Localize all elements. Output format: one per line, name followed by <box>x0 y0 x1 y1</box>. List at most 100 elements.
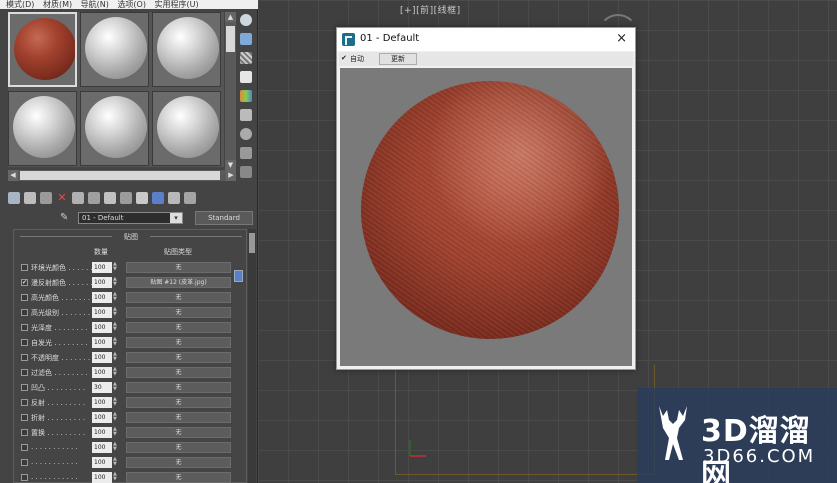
material-name-field[interactable]: 01 - Default ▾ <box>78 212 183 224</box>
map-amount-input[interactable]: 100 <box>92 352 112 363</box>
scrollbar-thumb[interactable] <box>226 26 235 52</box>
rollout-scrollbar[interactable] <box>248 229 256 483</box>
menu-utilities[interactable]: 实用程序(U) <box>155 0 199 9</box>
sample-type-icon[interactable] <box>240 14 252 26</box>
map-amount-input[interactable]: 100 <box>92 397 112 408</box>
menu-navigation[interactable]: 导航(N) <box>81 0 109 9</box>
scroll-up-icon[interactable]: ▲ <box>225 12 236 22</box>
map-slot-button[interactable]: 无 <box>126 427 231 438</box>
map-enable-checkbox[interactable] <box>21 414 28 421</box>
go-to-parent-icon[interactable] <box>168 192 180 204</box>
amount-spinner-icon[interactable]: ▲ ▼ <box>113 457 118 468</box>
backlight-icon[interactable] <box>240 33 252 45</box>
map-amount-input[interactable]: 100 <box>92 292 112 303</box>
show-in-viewport-icon[interactable] <box>136 192 148 204</box>
update-button[interactable]: 更新 <box>379 53 417 65</box>
map-slot-button[interactable]: 无 <box>126 352 231 363</box>
sample-slot-5[interactable] <box>80 91 149 166</box>
map-slot-button[interactable]: 无 <box>126 262 231 273</box>
select-by-material-icon[interactable] <box>240 147 252 159</box>
map-slot-button[interactable]: 无 <box>126 322 231 333</box>
show-end-result-icon[interactable] <box>152 192 164 204</box>
amount-spinner-icon[interactable]: ▲ ▼ <box>113 382 118 393</box>
map-slot-button[interactable]: 无 <box>126 412 231 423</box>
map-slot-button[interactable]: 无 <box>126 367 231 378</box>
amount-spinner-icon[interactable]: ▲ ▼ <box>113 277 118 288</box>
map-amount-input[interactable]: 100 <box>92 457 112 468</box>
map-enable-checkbox[interactable] <box>21 429 28 436</box>
material-id-icon[interactable] <box>120 192 132 204</box>
slots-horizontal-scrollbar[interactable]: ◀ ▶ <box>8 170 236 181</box>
amount-spinner-icon[interactable]: ▲ ▼ <box>113 397 118 408</box>
put-to-library-icon[interactable] <box>104 192 116 204</box>
eyedropper-icon[interactable]: ✎ <box>60 212 72 224</box>
sample-slot-6[interactable] <box>152 91 221 166</box>
options-icon[interactable] <box>240 128 252 140</box>
close-icon[interactable]: × <box>616 31 627 46</box>
map-amount-input[interactable]: 100 <box>92 337 112 348</box>
map-slot-button[interactable]: 无 <box>126 337 231 348</box>
amount-spinner-icon[interactable]: ▲ ▼ <box>113 412 118 423</box>
map-slot-button[interactable]: 无 <box>126 442 231 453</box>
go-forward-sibling-icon[interactable] <box>184 192 196 204</box>
menu-mode[interactable]: 模式(D) <box>6 0 34 9</box>
scroll-right-icon[interactable]: ▶ <box>226 170 236 181</box>
amount-spinner-icon[interactable]: ▲ ▼ <box>113 322 118 333</box>
map-amount-input[interactable]: 30 <box>92 382 112 393</box>
amount-spinner-icon[interactable]: ▲ ▼ <box>113 367 118 378</box>
viewport-label[interactable]: [+][前][线框] <box>400 3 461 16</box>
map-enable-checkbox[interactable] <box>21 294 28 301</box>
chevron-down-icon[interactable]: ▾ <box>170 213 182 223</box>
menu-material[interactable]: 材质(M) <box>43 0 72 9</box>
slots-vertical-scrollbar[interactable]: ▲ ▼ <box>225 12 236 170</box>
scrollbar-thumb[interactable] <box>20 171 220 180</box>
map-slot-button[interactable]: 无 <box>126 397 231 408</box>
map-slot-button[interactable]: 无 <box>126 307 231 318</box>
amount-spinner-icon[interactable]: ▲ ▼ <box>113 307 118 318</box>
map-enable-checkbox[interactable] <box>21 309 28 316</box>
rollout-side-tab[interactable] <box>234 270 243 282</box>
scroll-down-icon[interactable]: ▼ <box>225 160 236 170</box>
map-amount-input[interactable]: 100 <box>92 367 112 378</box>
map-enable-checkbox[interactable] <box>21 444 28 451</box>
map-enable-checkbox[interactable]: ✔ <box>21 279 28 286</box>
map-amount-input[interactable]: 100 <box>92 322 112 333</box>
map-amount-input[interactable]: 100 <box>92 472 112 483</box>
map-amount-input[interactable]: 100 <box>92 412 112 423</box>
auto-checkbox[interactable]: ✔ <box>341 55 348 62</box>
map-slot-button[interactable]: 贴图 #12 (皮革.jpg) <box>126 277 231 288</box>
map-enable-checkbox[interactable] <box>21 324 28 331</box>
map-enable-checkbox[interactable] <box>21 339 28 346</box>
map-amount-input[interactable]: 100 <box>92 427 112 438</box>
sample-slot-1[interactable] <box>8 12 77 87</box>
preview-titlebar[interactable]: 01 - Default × <box>337 28 635 51</box>
amount-spinner-icon[interactable]: ▲ ▼ <box>113 337 118 348</box>
menu-options[interactable]: 选项(O) <box>117 0 146 9</box>
get-material-icon[interactable] <box>8 192 20 204</box>
sample-slot-2[interactable] <box>80 12 149 87</box>
amount-spinner-icon[interactable]: ▲ ▼ <box>113 292 118 303</box>
scroll-left-icon[interactable]: ◀ <box>8 170 18 181</box>
amount-spinner-icon[interactable]: ▲ ▼ <box>113 472 118 483</box>
amount-spinner-icon[interactable]: ▲ ▼ <box>113 427 118 438</box>
map-enable-checkbox[interactable] <box>21 354 28 361</box>
assign-to-selection-icon[interactable] <box>40 192 52 204</box>
maps-rollout-title[interactable]: 贴图 <box>14 232 248 242</box>
material-type-button[interactable]: Standard <box>195 211 253 225</box>
amount-spinner-icon[interactable]: ▲ ▼ <box>113 442 118 453</box>
map-enable-checkbox[interactable] <box>21 474 28 481</box>
material-navigator-icon[interactable] <box>240 166 252 178</box>
map-amount-input[interactable]: 100 <box>92 277 112 288</box>
amount-spinner-icon[interactable]: ▲ ▼ <box>113 352 118 363</box>
map-enable-checkbox[interactable] <box>21 384 28 391</box>
background-checker-icon[interactable] <box>240 52 252 64</box>
map-enable-checkbox[interactable] <box>21 399 28 406</box>
sample-slot-3[interactable] <box>152 12 221 87</box>
map-enable-checkbox[interactable] <box>21 264 28 271</box>
map-enable-checkbox[interactable] <box>21 459 28 466</box>
amount-spinner-icon[interactable]: ▲ ▼ <box>113 262 118 273</box>
scrollbar-thumb[interactable] <box>249 233 255 253</box>
video-color-check-icon[interactable] <box>240 90 252 102</box>
map-slot-button[interactable]: 无 <box>126 457 231 468</box>
map-amount-input[interactable]: 100 <box>92 262 112 273</box>
